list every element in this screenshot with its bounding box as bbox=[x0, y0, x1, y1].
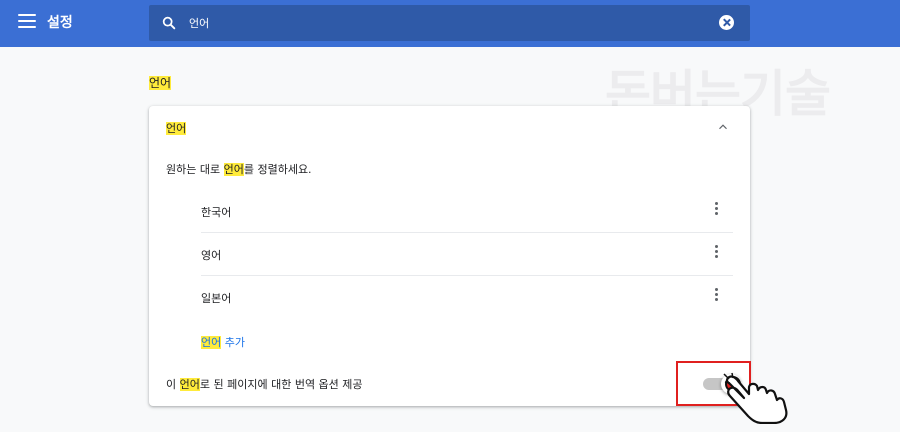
language-row: 영어 bbox=[201, 233, 733, 276]
top-bar: 설정 bbox=[0, 0, 900, 47]
description-suffix: 를 정렬하세요. bbox=[243, 163, 312, 176]
add-language-button[interactable]: 언어 추가 bbox=[201, 334, 245, 350]
more-vert-icon[interactable] bbox=[715, 245, 719, 261]
more-vert-icon[interactable] bbox=[715, 202, 719, 218]
language-row: 일본어 bbox=[201, 276, 733, 319]
clear-icon[interactable] bbox=[719, 15, 734, 30]
language-name: 한국어 bbox=[201, 206, 232, 219]
language-row: 한국어 bbox=[201, 190, 733, 233]
card-header[interactable]: 언어 bbox=[166, 120, 187, 136]
add-language-highlight: 언어 bbox=[201, 336, 222, 349]
section-title: 언어 bbox=[149, 74, 172, 91]
offer-suffix: 로 된 페이지에 대한 번역 옵션 제공 bbox=[199, 378, 363, 391]
menu-icon[interactable] bbox=[18, 14, 36, 30]
chevron-up-icon[interactable] bbox=[716, 120, 730, 134]
search-box[interactable] bbox=[149, 5, 750, 41]
description-highlight: 언어 bbox=[223, 163, 244, 176]
language-name: 영어 bbox=[201, 249, 222, 262]
offer-prefix: 이 bbox=[166, 378, 180, 391]
more-vert-icon[interactable] bbox=[715, 288, 719, 304]
languages-card: 언어 원하는 대로 언어를 정렬하세요. 한국어 영어 일본어 언어 추가 이 … bbox=[149, 106, 750, 406]
search-input[interactable] bbox=[189, 14, 669, 32]
description-prefix: 원하는 대로 bbox=[166, 163, 224, 176]
section-title-text: 언어 bbox=[149, 76, 172, 90]
add-language-suffix: 추가 bbox=[221, 336, 245, 349]
language-name: 일본어 bbox=[201, 292, 232, 305]
hand-pointer-icon bbox=[723, 372, 788, 424]
offer-highlight: 언어 bbox=[179, 378, 200, 391]
card-header-label: 언어 bbox=[166, 122, 187, 135]
language-order-description: 원하는 대로 언어를 정렬하세요. bbox=[166, 161, 312, 177]
app-title: 설정 bbox=[47, 15, 73, 31]
offer-translation-label: 이 언어로 된 페이지에 대한 번역 옵션 제공 bbox=[166, 376, 363, 392]
search-icon bbox=[162, 16, 176, 30]
